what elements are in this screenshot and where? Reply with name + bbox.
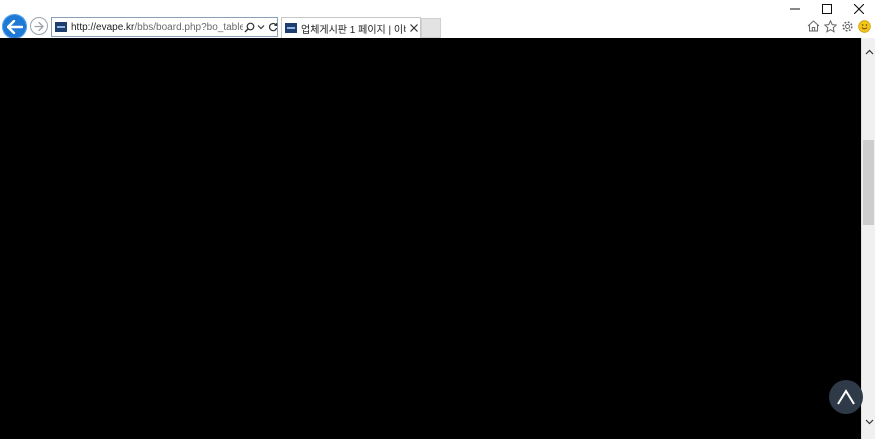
chevron-up-icon	[865, 49, 873, 55]
page-viewport[interactable]	[0, 38, 861, 439]
scroll-up-button[interactable]	[862, 44, 875, 60]
url-host: http://evape.kr	[71, 21, 135, 33]
favorites-button[interactable]	[823, 19, 837, 33]
home-button[interactable]	[806, 19, 820, 33]
tab-close-button[interactable]	[408, 22, 420, 34]
search-button[interactable]	[243, 20, 255, 34]
minimize-icon	[790, 8, 800, 10]
gear-icon	[841, 20, 853, 32]
url-path: /bbs/board.php?bo_table=sell	[134, 21, 243, 33]
feedback-button[interactable]	[857, 19, 871, 33]
refresh-button[interactable]	[267, 20, 279, 34]
close-window-button[interactable]	[843, 0, 875, 18]
close-icon	[410, 24, 419, 32]
browser-window: http://evape.kr/bbs/board.php?bo_table=s…	[0, 0, 875, 439]
tab-favicon-icon	[285, 23, 297, 33]
chevron-down-icon	[257, 25, 265, 30]
tab-active[interactable]: 업체게시판 1 페이지 | 이베...	[281, 17, 421, 38]
forward-button[interactable]	[30, 17, 48, 35]
refresh-icon	[268, 22, 278, 32]
back-button[interactable]	[2, 14, 27, 39]
window-controls	[779, 0, 875, 18]
minimize-button[interactable]	[779, 0, 811, 18]
search-icon	[244, 22, 254, 32]
address-bar[interactable]: http://evape.kr/bbs/board.php?bo_table=s…	[51, 17, 278, 37]
back-arrow-icon	[6, 19, 23, 34]
home-icon	[807, 20, 819, 32]
site-favicon-icon	[55, 22, 67, 32]
address-dropdown-button[interactable]	[255, 20, 267, 34]
tab-title: 업체게시판 1 페이지 | 이베...	[301, 24, 406, 36]
url-text[interactable]: http://evape.kr/bbs/board.php?bo_table=s…	[71, 22, 243, 33]
star-icon	[823, 19, 837, 33]
scrollbar-thumb[interactable]	[863, 140, 874, 225]
scroll-to-top-button[interactable]	[829, 380, 863, 414]
scroll-down-button[interactable]	[862, 414, 875, 430]
maximize-button[interactable]	[811, 0, 843, 18]
settings-button[interactable]	[840, 19, 854, 33]
maximize-icon	[822, 4, 832, 14]
forward-arrow-icon	[34, 21, 44, 31]
caret-up-icon	[837, 389, 855, 405]
vertical-scrollbar[interactable]	[861, 38, 875, 439]
chevron-down-icon	[865, 419, 873, 425]
browser-chrome: http://evape.kr/bbs/board.php?bo_table=s…	[0, 0, 875, 39]
smiley-icon	[857, 19, 871, 33]
new-tab-button[interactable]	[421, 18, 441, 38]
close-icon	[854, 4, 864, 14]
browser-toolbar	[806, 19, 871, 33]
